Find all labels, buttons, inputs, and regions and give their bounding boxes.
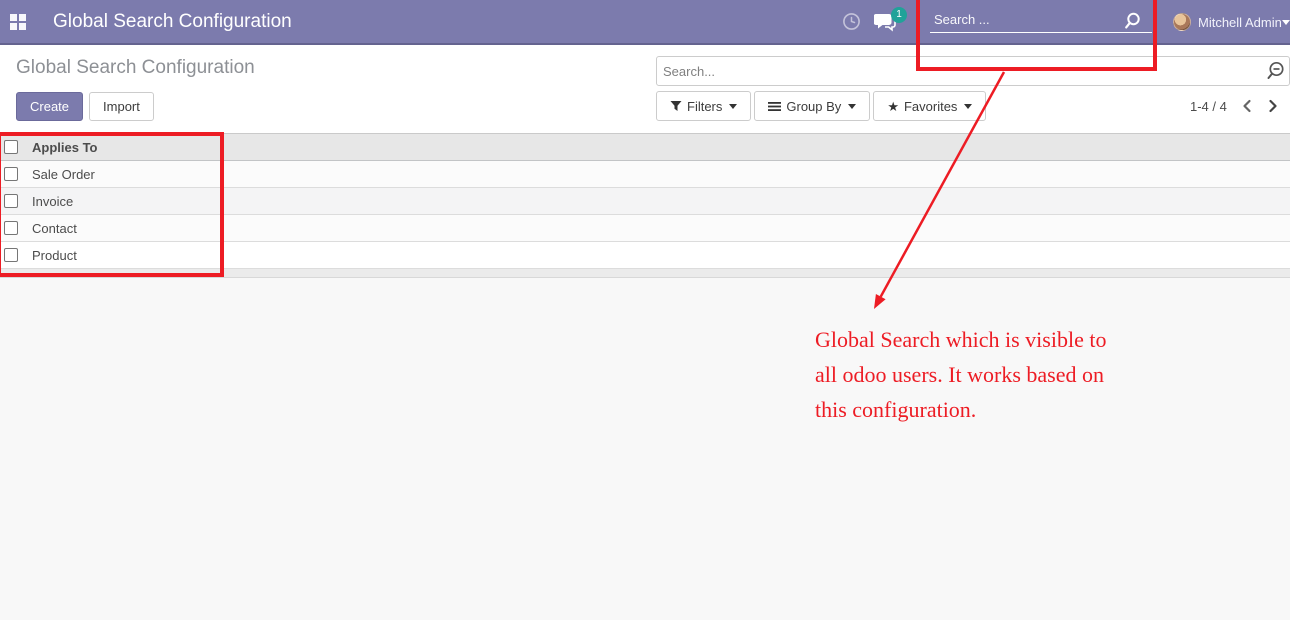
annotation-text: Global Search which is visible to all od… bbox=[815, 322, 1106, 427]
annotation-text-line: this configuration. bbox=[815, 392, 1106, 427]
search-options-icon[interactable] bbox=[1266, 61, 1286, 81]
table-row[interactable]: Sale Order bbox=[0, 161, 1290, 188]
chevron-right-icon bbox=[1267, 99, 1279, 113]
list-search-input[interactable] bbox=[656, 56, 1290, 86]
list-buttons: Create Import bbox=[16, 92, 154, 121]
row-label: Product bbox=[32, 248, 77, 263]
create-button[interactable]: Create bbox=[16, 92, 83, 121]
top-navbar: Global Search Configuration 1 Mitchell A… bbox=[0, 0, 1290, 45]
row-checkbox[interactable] bbox=[4, 221, 18, 235]
table-header-row: Applies To bbox=[0, 133, 1290, 161]
user-menu[interactable]: Mitchell Admin bbox=[1198, 0, 1282, 45]
user-menu-caret-icon[interactable] bbox=[1282, 20, 1290, 25]
navbar-search-icon[interactable] bbox=[1124, 12, 1141, 30]
navbar-search-input[interactable] bbox=[930, 6, 1152, 33]
row-checkbox[interactable] bbox=[4, 248, 18, 262]
star-icon: ★ bbox=[887, 100, 899, 113]
apps-menu-icon[interactable] bbox=[10, 14, 27, 30]
page-title: Global Search Configuration bbox=[16, 57, 255, 79]
row-checkbox[interactable] bbox=[4, 167, 18, 181]
row-label: Sale Order bbox=[32, 167, 95, 182]
row-label: Invoice bbox=[32, 194, 73, 209]
annotation-text-line: all odoo users. It works based on bbox=[815, 357, 1106, 392]
chevron-down-icon bbox=[964, 104, 972, 109]
control-panel: Global Search Configuration Create Impor… bbox=[0, 45, 1290, 133]
odoo-window: Global Search Configuration 1 Mitchell A… bbox=[0, 0, 1290, 620]
column-header-applies-to: Applies To bbox=[32, 140, 97, 155]
activities-clock-icon[interactable] bbox=[842, 12, 861, 31]
chevron-left-icon bbox=[1241, 99, 1253, 113]
group-by-lines-icon bbox=[768, 101, 781, 112]
pager-previous-button[interactable] bbox=[1241, 99, 1253, 113]
chevron-down-icon bbox=[848, 104, 856, 109]
pager-next-button[interactable] bbox=[1267, 99, 1279, 113]
apps-grid-square bbox=[10, 14, 17, 21]
annotation-text-line: Global Search which is visible to bbox=[815, 322, 1106, 357]
filters-label: Filters bbox=[687, 99, 722, 114]
row-checkbox[interactable] bbox=[4, 194, 18, 208]
apps-grid-square bbox=[19, 23, 26, 30]
table-row[interactable]: Contact bbox=[0, 215, 1290, 242]
app-title: Global Search Configuration bbox=[53, 0, 292, 43]
filter-funnel-icon bbox=[670, 100, 682, 112]
select-all-checkbox[interactable] bbox=[4, 140, 18, 154]
apps-grid-square bbox=[19, 14, 26, 21]
apps-grid-square bbox=[10, 23, 17, 30]
pager-range: 1-4 / 4 bbox=[1190, 99, 1227, 114]
import-button[interactable]: Import bbox=[89, 92, 154, 121]
favorites-dropdown[interactable]: ★ Favorites bbox=[873, 91, 986, 121]
table-row[interactable]: Invoice bbox=[0, 188, 1290, 215]
chevron-down-icon bbox=[729, 104, 737, 109]
filters-dropdown[interactable]: Filters bbox=[656, 91, 751, 121]
table-footer-strip bbox=[0, 269, 1290, 278]
group-by-label: Group By bbox=[786, 99, 841, 114]
table-row[interactable]: Product bbox=[0, 242, 1290, 269]
messages-badge: 1 bbox=[891, 7, 907, 23]
pager: 1-4 / 4 bbox=[1190, 91, 1279, 121]
search-dropdowns: Filters Group By ★ Favorites bbox=[656, 91, 986, 121]
records-table: Applies To Sale Order Invoice Contact Pr… bbox=[0, 133, 1290, 278]
row-label: Contact bbox=[32, 221, 77, 236]
user-avatar[interactable] bbox=[1173, 13, 1191, 31]
favorites-label: Favorites bbox=[904, 99, 957, 114]
group-by-dropdown[interactable]: Group By bbox=[754, 91, 870, 121]
